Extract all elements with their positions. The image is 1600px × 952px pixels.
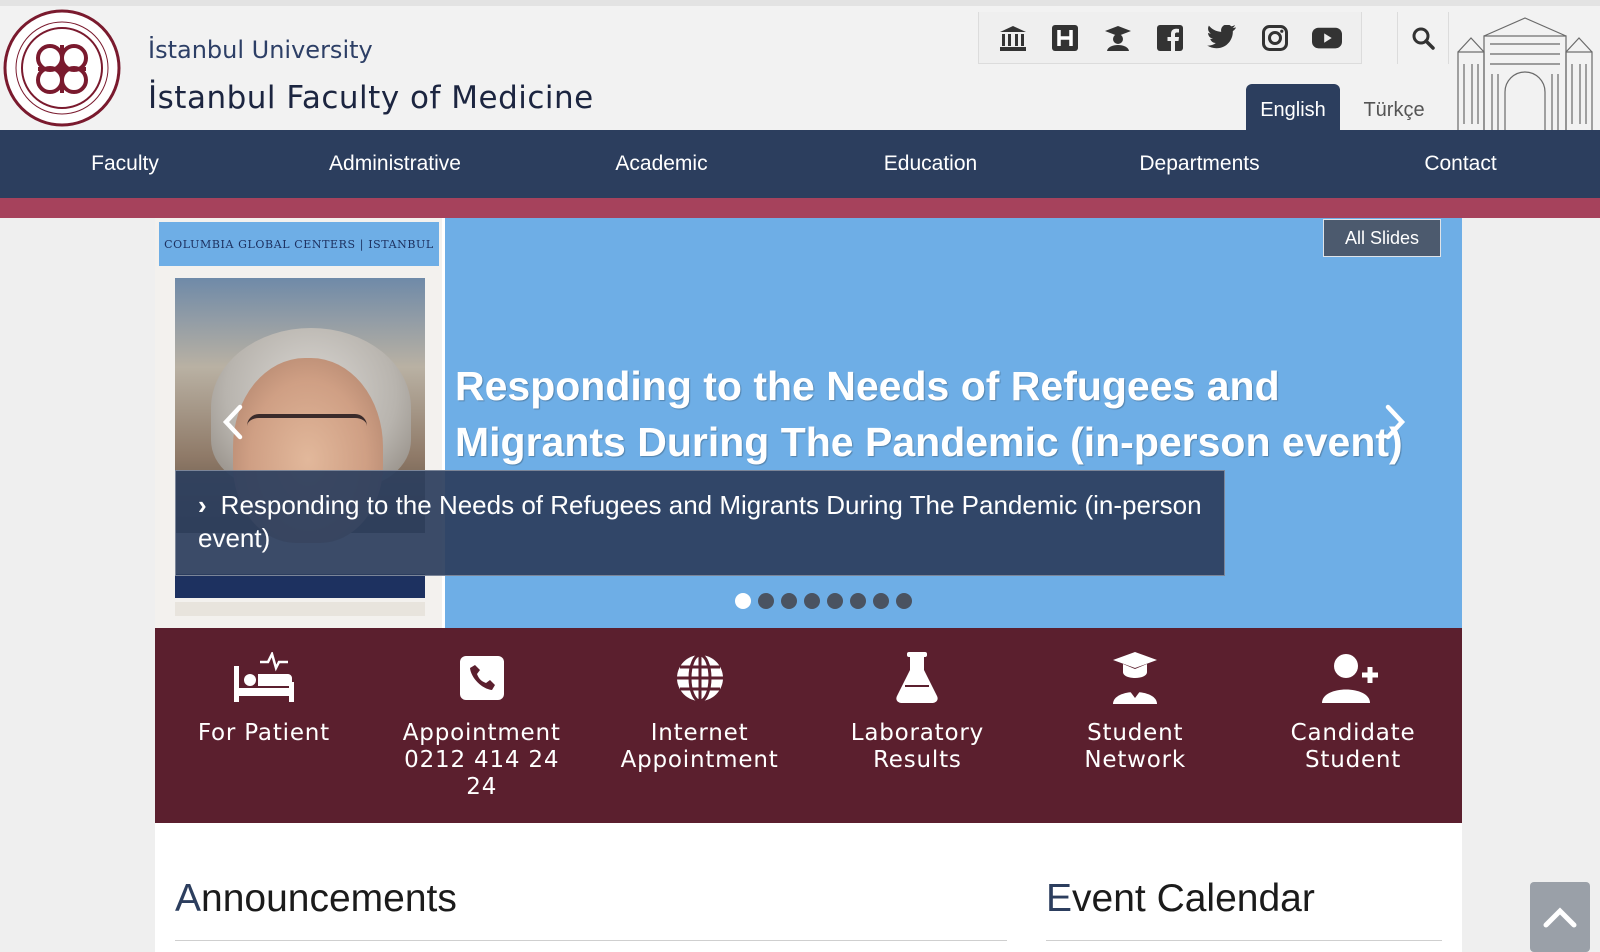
university-icon[interactable] <box>998 23 1028 53</box>
slider-dot[interactable] <box>735 593 751 609</box>
announcements-title[interactable]: Announcements <box>175 877 457 921</box>
event-calendar-title-rest: vent Calendar <box>1072 877 1315 920</box>
poster-header: COLUMBIA GLOBAL CENTERS | ISTANBUL <box>159 222 439 266</box>
graduate-icon <box>1103 650 1167 706</box>
site-header: İstanbul University İstanbul Faculty of … <box>0 6 1600 136</box>
globe-icon <box>668 650 732 706</box>
slider-dot[interactable] <box>804 593 820 609</box>
quick-link-label: Internet Appointment <box>620 720 779 773</box>
quick-link-label: Appointment 0212 414 24 24 <box>402 720 561 800</box>
nav-item-departments[interactable]: Departments <box>1078 130 1321 198</box>
faculty-title[interactable]: İstanbul Faculty of Medicine <box>148 80 594 116</box>
youtube-icon[interactable] <box>1311 23 1342 53</box>
patient-bed-icon <box>232 650 296 706</box>
slider-next-button[interactable] <box>1375 400 1415 444</box>
slider-dot[interactable] <box>896 593 912 609</box>
graduate-icon[interactable] <box>1103 23 1133 53</box>
all-slides-button[interactable]: All Slides <box>1323 219 1441 257</box>
university-gate-image <box>1450 14 1600 136</box>
poster-footer <box>175 602 425 616</box>
slider-dot[interactable] <box>873 593 889 609</box>
twitter-icon[interactable] <box>1207 23 1237 53</box>
back-to-top-button[interactable] <box>1530 882 1590 952</box>
event-calendar-title-initial: E <box>1046 877 1073 920</box>
quick-link-for-patient[interactable]: For Patient <box>155 628 373 823</box>
quick-link-laboratory-results[interactable]: Laboratory Results <box>808 628 1026 823</box>
slider-dots <box>735 593 912 609</box>
quick-link-label: Candidate Student <box>1290 720 1416 773</box>
announcements-divider <box>175 940 1007 941</box>
slider-dot[interactable] <box>781 593 797 609</box>
slide-caption-text: Responding to the Needs of Refugees and … <box>198 490 1202 553</box>
faculty-logo[interactable] <box>2 8 122 128</box>
quick-link-label: Student Network <box>1084 720 1187 773</box>
university-name[interactable]: İstanbul University <box>148 36 373 64</box>
search-button[interactable] <box>1397 12 1449 64</box>
chevron-right-icon <box>1385 404 1406 440</box>
slide-headline[interactable]: Responding to the Needs of Refugees and … <box>455 358 1445 470</box>
nav-item-faculty[interactable]: Faculty <box>0 130 250 198</box>
slider-dot[interactable] <box>850 593 866 609</box>
language-turkish[interactable]: Türkçe <box>1348 84 1440 136</box>
slide-caption[interactable]: › Responding to the Needs of Refugees and… <box>175 470 1225 576</box>
main-nav: Faculty Administrative Academic Educatio… <box>0 130 1600 198</box>
event-calendar-divider <box>1046 940 1442 941</box>
nav-item-contact[interactable]: Contact <box>1321 130 1600 198</box>
poster-date-band <box>175 574 425 598</box>
quick-link-label: Laboratory Results <box>850 720 985 773</box>
nav-item-administrative[interactable]: Administrative <box>250 130 540 198</box>
language-english[interactable]: English <box>1246 84 1340 136</box>
nav-item-education[interactable]: Education <box>783 130 1078 198</box>
nav-accent-bar <box>0 198 1600 218</box>
poster-portrait-glasses <box>247 414 367 448</box>
flask-icon <box>885 650 949 706</box>
quick-link-candidate-student[interactable]: Candidate Student <box>1244 628 1462 823</box>
slider-dot[interactable] <box>758 593 774 609</box>
quick-link-appointment-phone[interactable]: Appointment 0212 414 24 24 <box>373 628 591 823</box>
announcements-title-initial: A <box>175 877 202 920</box>
quick-link-student-network[interactable]: Student Network <box>1026 628 1244 823</box>
facebook-icon[interactable] <box>1155 23 1185 53</box>
instagram-icon[interactable] <box>1260 23 1290 53</box>
hospital-icon[interactable] <box>1050 23 1080 53</box>
slider-dot[interactable] <box>827 593 843 609</box>
nav-item-academic[interactable]: Academic <box>540 130 783 198</box>
quick-link-label: For Patient <box>197 720 330 746</box>
phone-icon <box>450 650 514 706</box>
chevron-left-icon <box>222 404 243 440</box>
announcements-title-rest: nnouncements <box>201 877 457 920</box>
event-calendar-title[interactable]: Event Calendar <box>1046 877 1315 921</box>
quick-links: For Patient Appointment 0212 414 24 24 I… <box>155 628 1462 823</box>
quick-link-internet-appointment[interactable]: Internet Appointment <box>591 628 809 823</box>
chevron-up-icon <box>1543 907 1577 928</box>
chevron-right-icon: › <box>198 490 207 520</box>
news-slider[interactable]: COLUMBIA GLOBAL CENTERS | ISTANBUL Respo… <box>155 218 1462 628</box>
social-links-bar <box>978 12 1362 64</box>
slider-prev-button[interactable] <box>213 400 253 444</box>
search-icon <box>1412 27 1435 50</box>
user-plus-icon <box>1321 650 1385 706</box>
